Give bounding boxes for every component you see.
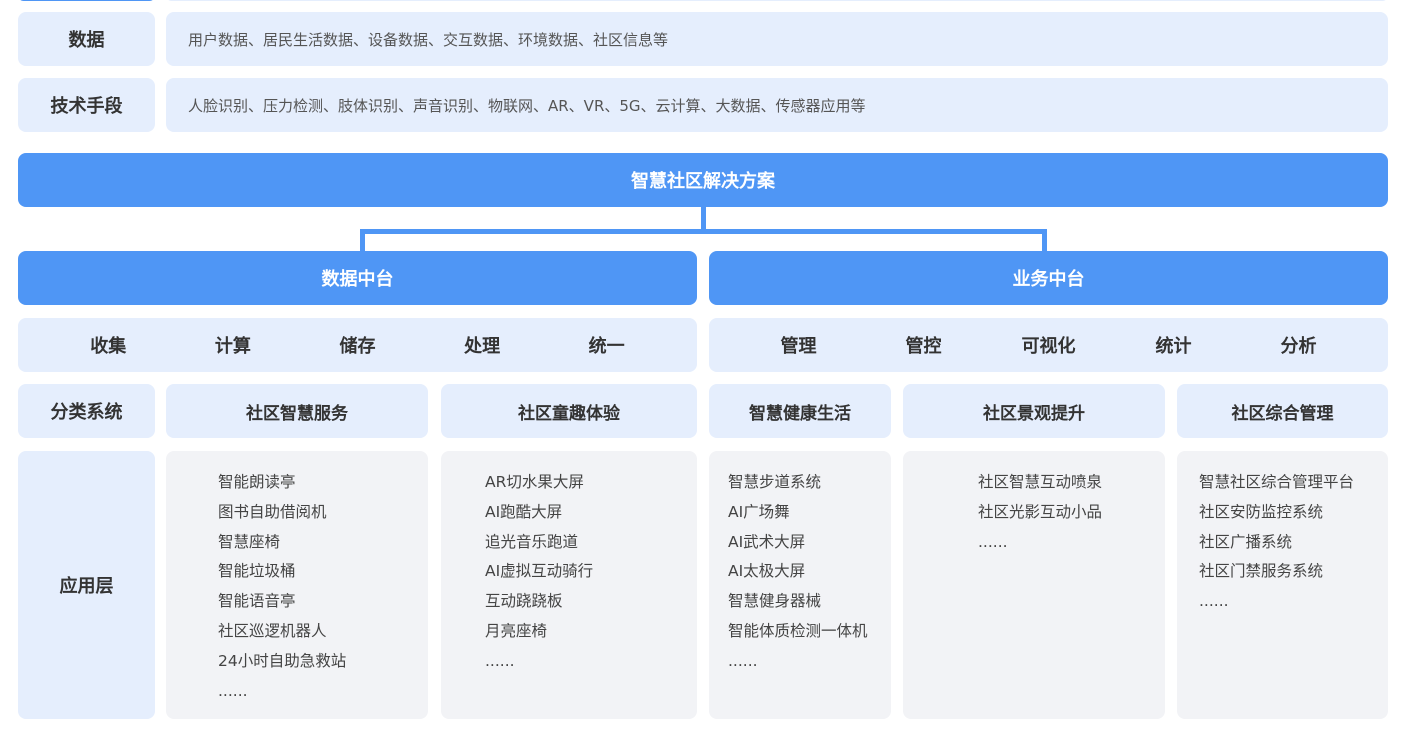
app-item: AI太极大屏 xyxy=(728,562,806,581)
top-partial-row xyxy=(166,0,1388,1)
data-row-desc: 用户数据、居民生活数据、设备数据、交互数据、环境数据、社区信息等 xyxy=(166,12,1388,66)
data-platform-item: 统一 xyxy=(588,336,625,357)
app-item: ...... xyxy=(218,681,248,700)
app-item: ...... xyxy=(978,532,1008,551)
app-item: 社区门禁服务系统 xyxy=(1199,562,1324,581)
app-item: 社区安防监控系统 xyxy=(1199,502,1324,521)
app-item: AI虚拟互动骑行 xyxy=(485,562,594,581)
app-item: AI武术大屏 xyxy=(728,532,806,551)
application-label: 应用层 xyxy=(18,451,155,719)
app-item: 社区巡逻机器人 xyxy=(218,621,327,640)
app-item: ...... xyxy=(728,651,758,670)
business-platform-item: 管控 xyxy=(905,336,942,357)
category-title: 社区智慧服务 xyxy=(166,384,428,438)
app-item: 智慧步道系统 xyxy=(728,473,822,491)
app-item: AR切水果大屏 xyxy=(485,473,584,491)
solution-banner: 智慧社区解决方案 xyxy=(18,153,1388,207)
app-item: 24小时自助急救站 xyxy=(218,651,347,670)
category-title: 智慧健康生活 xyxy=(709,384,891,438)
app-list-landscape: 社区智慧互动喷泉 社区光影互动小品 ...... xyxy=(903,451,1165,719)
app-item: 月亮座椅 xyxy=(485,621,548,640)
data-platform-items: 收集 计算 储存 处理 统一 xyxy=(18,318,697,372)
app-item: 智能体质检测一体机 xyxy=(728,621,868,640)
app-item: 智慧社区综合管理平台 xyxy=(1199,473,1355,491)
app-item: 图书自助借阅机 xyxy=(218,502,327,521)
tech-row-label: 技术手段 xyxy=(18,78,155,132)
data-platform-item: 收集 xyxy=(90,336,127,357)
app-item: 智能语音亭 xyxy=(218,592,296,611)
app-item: ...... xyxy=(485,651,515,670)
data-platform-item: 计算 xyxy=(214,336,251,357)
app-item: 智能朗读亭 xyxy=(218,473,296,491)
app-list-management: 智慧社区综合管理平台 社区安防监控系统 社区广播系统 社区门禁服务系统 ....… xyxy=(1177,451,1388,719)
business-platform-title: 业务中台 xyxy=(709,251,1388,305)
app-item: 智慧座椅 xyxy=(218,532,281,551)
app-item: 社区智慧互动喷泉 xyxy=(978,473,1103,491)
app-item: 智能垃圾桶 xyxy=(218,562,296,581)
app-item: 互动跷跷板 xyxy=(485,592,563,611)
classification-label: 分类系统 xyxy=(18,384,155,438)
data-platform-item: 储存 xyxy=(339,336,376,357)
business-platform-item: 可视化 xyxy=(1021,336,1076,357)
app-item: 社区光影互动小品 xyxy=(978,502,1103,521)
category-title: 社区景观提升 xyxy=(903,384,1165,438)
business-platform-item: 管理 xyxy=(780,336,817,357)
business-platform-item: 统计 xyxy=(1155,336,1192,357)
data-row-label: 数据 xyxy=(18,12,155,66)
connector-left-drop xyxy=(360,229,365,252)
app-item: ...... xyxy=(1199,592,1229,611)
app-list-health-life: 智慧步道系统 AI广场舞 AI武术大屏 AI太极大屏 智慧健身器械 智能体质检测… xyxy=(709,451,891,719)
app-item: 追光音乐跑道 xyxy=(485,532,579,551)
connector-horizontal xyxy=(360,229,1047,234)
app-item: AI广场舞 xyxy=(728,502,790,521)
business-platform-item: 分析 xyxy=(1280,336,1317,357)
connector-vertical-main xyxy=(701,207,706,230)
top-partial-block xyxy=(18,0,155,1)
category-title: 社区综合管理 xyxy=(1177,384,1388,438)
app-item: 智慧健身器械 xyxy=(728,592,822,611)
app-list-kids-experience: AR切水果大屏 AI跑酷大屏 追光音乐跑道 AI虚拟互动骑行 互动跷跷板 月亮座… xyxy=(441,451,697,719)
category-title: 社区童趣体验 xyxy=(441,384,697,438)
business-platform-items: 管理 管控 可视化 统计 分析 xyxy=(709,318,1388,372)
app-item: AI跑酷大屏 xyxy=(485,502,563,521)
data-platform-title: 数据中台 xyxy=(18,251,697,305)
connector-right-drop xyxy=(1042,229,1047,252)
data-platform-item: 处理 xyxy=(464,336,501,357)
app-list-smart-service: 智能朗读亭 图书自助借阅机 智慧座椅 智能垃圾桶 智能语音亭 社区巡逻机器人 2… xyxy=(166,451,428,719)
tech-row-desc: 人脸识别、压力检测、肢体识别、声音识别、物联网、AR、VR、5G、云计算、大数据… xyxy=(166,78,1388,132)
app-item: 社区广播系统 xyxy=(1199,532,1293,551)
